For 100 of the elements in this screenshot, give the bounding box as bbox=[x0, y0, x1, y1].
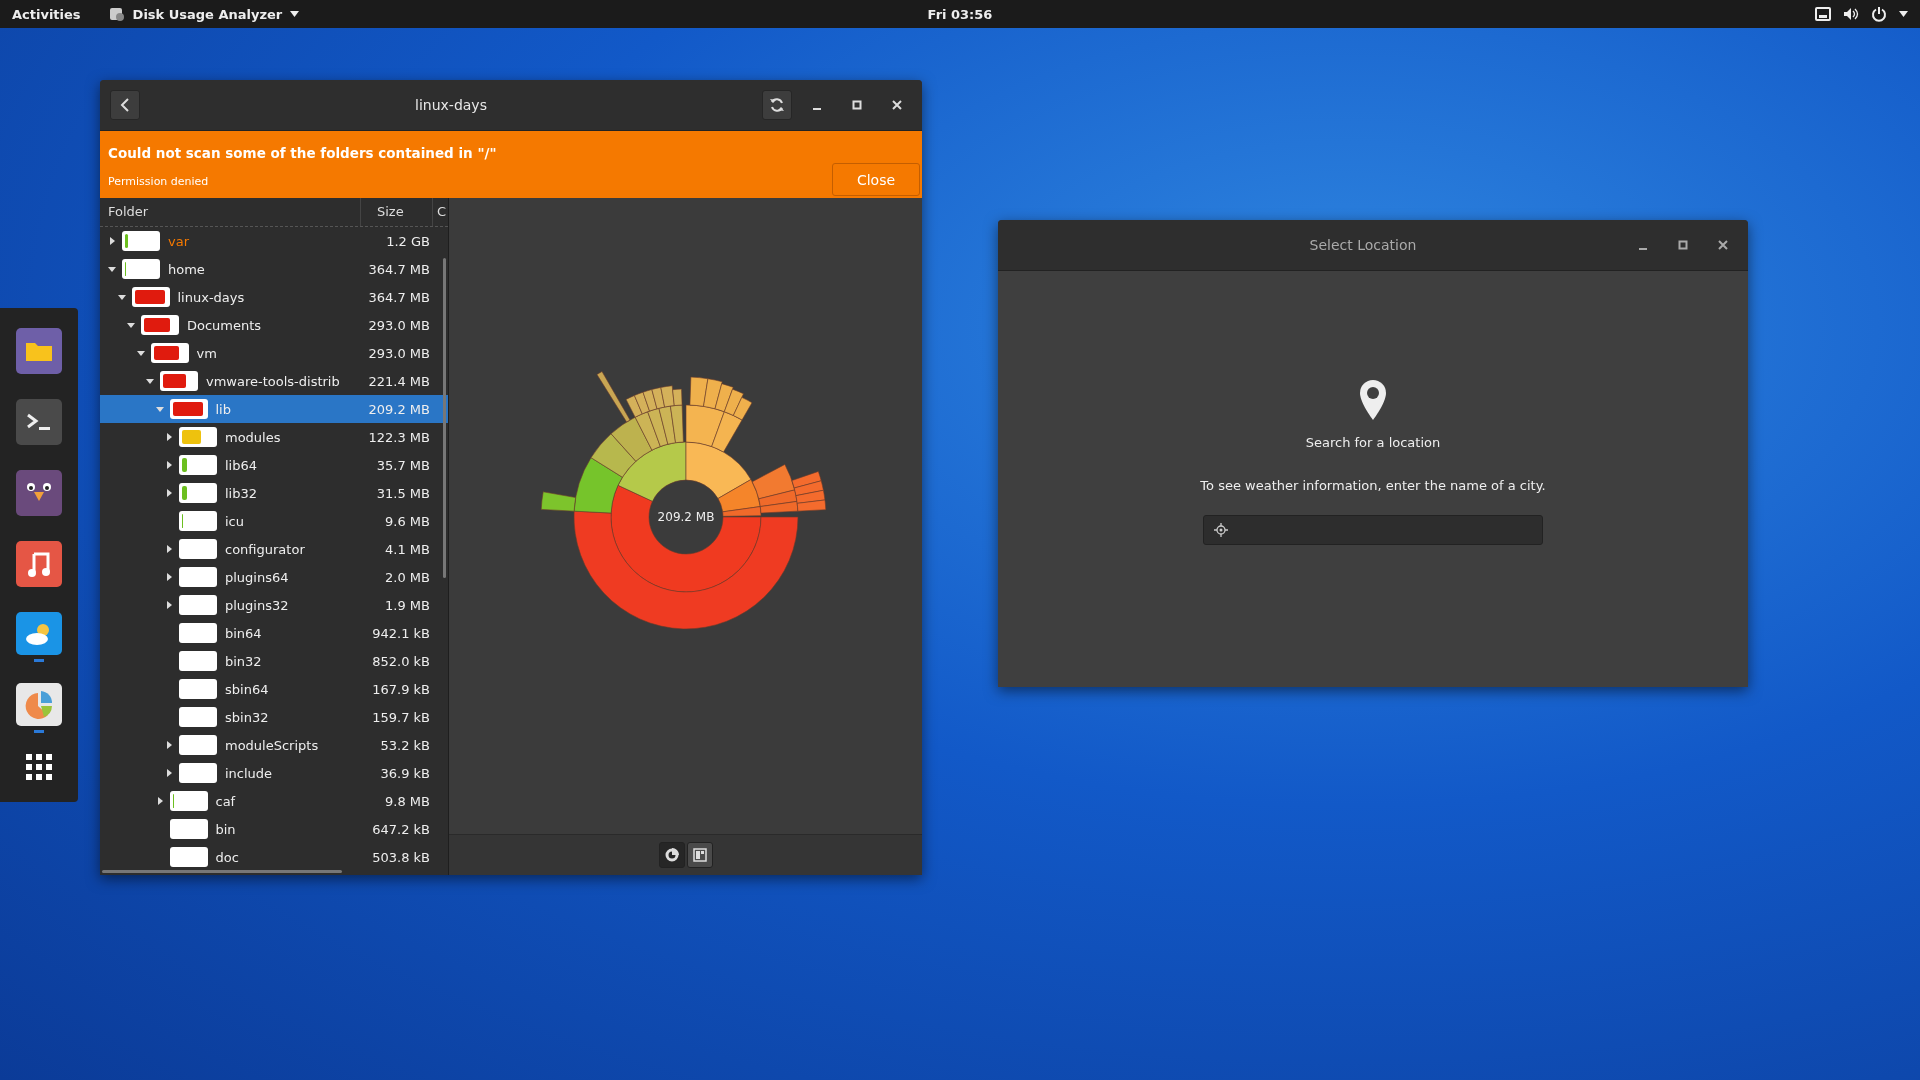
folder-row[interactable]: icu 9.6 MB bbox=[100, 507, 448, 535]
sunburst-segment[interactable] bbox=[671, 388, 682, 406]
app-grid-icon[interactable] bbox=[26, 754, 52, 780]
folder-row[interactable]: lib64 35.7 MB bbox=[100, 451, 448, 479]
folder-row[interactable]: doc 503.8 kB bbox=[100, 843, 448, 871]
collapsed-arrow-icon[interactable] bbox=[165, 769, 173, 777]
folder-row[interactable]: sbin32 159.7 kB bbox=[100, 703, 448, 731]
sunburst-segment[interactable] bbox=[596, 371, 630, 423]
sunburst-segment[interactable] bbox=[625, 395, 643, 418]
sunburst-segment[interactable] bbox=[685, 441, 751, 499]
collapsed-arrow-icon[interactable] bbox=[165, 545, 173, 553]
sunburst-segment[interactable] bbox=[646, 408, 668, 447]
sunburst-segment[interactable] bbox=[689, 376, 708, 407]
sunburst-segment[interactable] bbox=[751, 464, 795, 500]
caret-icon[interactable] bbox=[1899, 11, 1908, 17]
column-header[interactable]: Size bbox=[360, 198, 432, 226]
sunburst-segment[interactable] bbox=[791, 471, 822, 489]
sunburst-segment[interactable] bbox=[702, 378, 723, 410]
expanded-arrow-icon[interactable] bbox=[127, 321, 135, 329]
folder-row[interactable]: lib 209.2 MB bbox=[100, 395, 448, 423]
folder-row[interactable]: linux-days 364.7 MB bbox=[100, 283, 448, 311]
clock[interactable]: Fri 03:56 bbox=[927, 6, 993, 22]
collapsed-arrow-icon[interactable] bbox=[165, 741, 173, 749]
app-menu-button[interactable]: Disk Usage Analyzer bbox=[132, 6, 283, 22]
folder-row[interactable]: configurator 4.1 MB bbox=[100, 535, 448, 563]
column-header[interactable]: Folder bbox=[100, 198, 360, 226]
pie-chart-icon[interactable] bbox=[16, 683, 62, 727]
folder-icon[interactable] bbox=[16, 328, 62, 374]
collapsed-arrow-icon[interactable] bbox=[165, 433, 173, 441]
sunburst-segment[interactable] bbox=[796, 499, 826, 512]
collapsed-arrow-icon[interactable] bbox=[165, 489, 173, 497]
power-icon[interactable] bbox=[1871, 6, 1887, 22]
folder-name: lib64 bbox=[225, 457, 258, 473]
sunburst-segment[interactable] bbox=[721, 506, 761, 517]
folder-row[interactable]: plugins32 1.9 MB bbox=[100, 591, 448, 619]
folder-row[interactable]: vm 293.0 MB bbox=[100, 339, 448, 367]
screen-icon[interactable] bbox=[1815, 7, 1831, 21]
folder-row[interactable]: lib32 31.5 MB bbox=[100, 479, 448, 507]
sunburst-segment[interactable] bbox=[610, 416, 652, 462]
bird-icon[interactable] bbox=[16, 470, 62, 516]
sunburst-segment[interactable] bbox=[660, 385, 675, 408]
collapsed-arrow-icon[interactable] bbox=[108, 237, 116, 245]
collapsed-arrow-icon[interactable] bbox=[165, 601, 173, 609]
expanded-arrow-icon[interactable] bbox=[108, 265, 116, 273]
folder-row[interactable]: include 36.9 kB bbox=[100, 759, 448, 787]
sunburst-segment[interactable] bbox=[714, 383, 733, 413]
folder-name: icu bbox=[225, 513, 244, 529]
caret-icon bbox=[290, 11, 300, 17]
folder-row[interactable]: plugins64 2.0 MB bbox=[100, 563, 448, 591]
location-search-field[interactable] bbox=[1203, 515, 1543, 545]
chart-type-button[interactable] bbox=[658, 842, 685, 868]
sunburst-segment[interactable] bbox=[723, 388, 744, 416]
refresh-button[interactable] bbox=[762, 90, 792, 120]
folder-row[interactable]: var 1.2 GB bbox=[100, 227, 448, 255]
sunburst-segment[interactable] bbox=[793, 480, 824, 496]
activities-button[interactable]: Activities bbox=[12, 6, 81, 22]
expanded-arrow-icon[interactable] bbox=[146, 377, 154, 385]
collapsed-arrow-icon[interactable] bbox=[165, 573, 173, 581]
locate-icon[interactable] bbox=[1214, 523, 1228, 537]
scrollbar[interactable] bbox=[443, 258, 446, 578]
sunburst-segment[interactable] bbox=[651, 387, 665, 410]
sunburst-segment[interactable] bbox=[573, 457, 623, 514]
folder-row[interactable]: bin64 942.1 kB bbox=[100, 619, 448, 647]
sunburst-segment[interactable] bbox=[634, 411, 661, 451]
folder-row[interactable]: moduleScripts 53.2 kB bbox=[100, 731, 448, 759]
sunburst-segment[interactable] bbox=[685, 404, 725, 447]
collapsed-arrow-icon[interactable] bbox=[165, 461, 173, 469]
folder-row[interactable]: bin 647.2 kB bbox=[100, 815, 448, 843]
back-button[interactable] bbox=[110, 90, 140, 120]
sunburst-segment[interactable] bbox=[610, 485, 761, 593]
column-header[interactable]: C bbox=[432, 198, 448, 226]
window-title: Select Location bbox=[1308, 237, 1418, 253]
sunburst-segment[interactable] bbox=[633, 391, 650, 415]
folder-row[interactable]: sbin64 167.9 kB bbox=[100, 675, 448, 703]
sunburst-segment[interactable] bbox=[590, 433, 636, 478]
expanded-arrow-icon[interactable] bbox=[136, 349, 145, 357]
volume-icon[interactable] bbox=[1843, 7, 1859, 21]
sunburst-segment[interactable] bbox=[617, 441, 686, 502]
sunburst-segment[interactable] bbox=[573, 510, 798, 630]
folder-row[interactable]: vmware-tools-distrib 221.4 MB bbox=[100, 367, 448, 395]
folder-row[interactable]: Documents 293.0 MB bbox=[100, 311, 448, 339]
expanded-arrow-icon[interactable] bbox=[117, 293, 126, 301]
terminal-icon[interactable] bbox=[16, 399, 62, 445]
music-note-icon[interactable] bbox=[16, 541, 62, 587]
weather-icon[interactable] bbox=[16, 612, 62, 656]
sunburst-segment[interactable] bbox=[642, 389, 657, 412]
collapsed-arrow-icon[interactable] bbox=[155, 797, 164, 805]
folder-row[interactable]: home 364.7 MB bbox=[100, 255, 448, 283]
folder-row[interactable]: bin32 852.0 kB bbox=[100, 647, 448, 675]
chart-type-button[interactable] bbox=[686, 842, 713, 868]
sunburst-segment[interactable] bbox=[717, 479, 761, 513]
scrollbar[interactable] bbox=[102, 870, 342, 873]
sunburst-segment[interactable] bbox=[710, 411, 742, 453]
sunburst-segment[interactable] bbox=[759, 501, 798, 514]
folder-row[interactable]: caf 9.8 MB bbox=[100, 787, 448, 815]
sunburst-segment[interactable] bbox=[658, 405, 676, 445]
sunburst-segment[interactable] bbox=[669, 404, 684, 444]
folder-row[interactable]: modules 122.3 MB bbox=[100, 423, 448, 451]
sunburst-segment[interactable] bbox=[540, 491, 576, 512]
sunburst-segment[interactable] bbox=[732, 397, 752, 421]
